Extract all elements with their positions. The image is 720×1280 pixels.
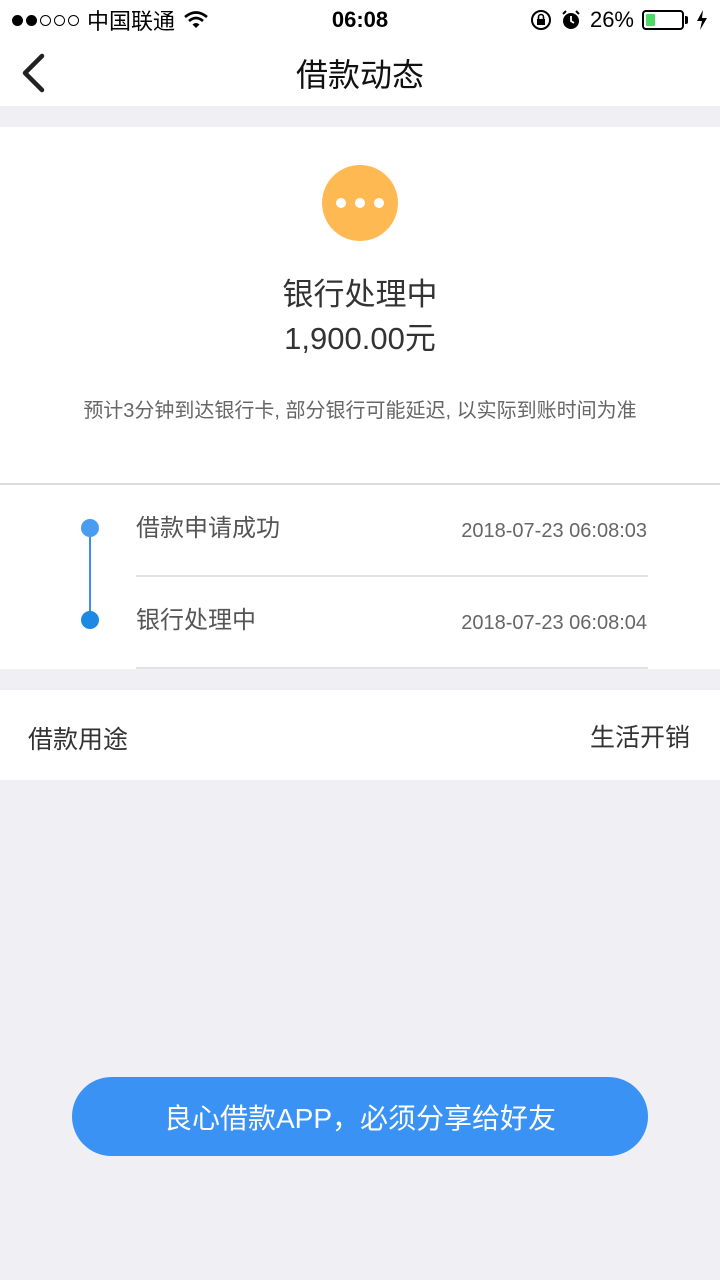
loan-purpose-row: 借款用途 生活开销 [0, 690, 720, 780]
status-title: 银行处理中 [282, 277, 438, 312]
purpose-value: 生活开销 [589, 724, 690, 752]
signal-strength-icon [12, 14, 79, 26]
back-button[interactable] [8, 48, 58, 98]
timeline-dot [81, 519, 99, 537]
share-button[interactable]: 良心借款APP，必须分享给好友 [72, 1077, 648, 1156]
timeline-label: 借款申请成功 [136, 515, 280, 542]
rotation-lock-icon [530, 10, 551, 30]
charging-bolt-icon [697, 10, 707, 30]
nav-bar: 借款动态 [0, 40, 720, 106]
timeline-time: 2018-07-23 06:08:04 [461, 612, 647, 634]
timeline-time: 2018-07-23 06:08:03 [461, 520, 647, 542]
battery-percent: 26% [589, 7, 634, 32]
timeline-label: 银行处理中 [136, 607, 256, 634]
timeline-item: 银行处理中 2018-07-23 06:08:04 [0, 577, 720, 669]
alarm-icon [562, 10, 580, 29]
chevron-left-icon [22, 53, 45, 93]
timeline-dot [81, 611, 99, 629]
status-bar-right: 26% [530, 7, 708, 33]
page-title: 借款动态 [295, 57, 424, 93]
carrier-name: 中国联通 [87, 9, 176, 34]
timeline-item: 借款申请成功 2018-07-23 06:08:03 [0, 485, 720, 577]
loan-status-card: 银行处理中 1,900.00元 预计3分钟到达银行卡, 部分银行可能延迟, 以实… [0, 127, 720, 483]
loan-amount: 1,900.00元 [284, 321, 436, 356]
wifi-icon [184, 11, 208, 28]
arrival-note: 预计3分钟到达银行卡, 部分银行可能延迟, 以实际到账时间为准 [83, 400, 637, 422]
status-bar: 中国联通 06:08 26% [0, 0, 720, 40]
battery-icon [642, 10, 688, 30]
row-divider [136, 667, 648, 669]
status-bar-left: 中国联通 [12, 4, 209, 36]
progress-timeline: 借款申请成功 2018-07-23 06:08:03 银行处理中 2018-07… [0, 485, 720, 669]
purpose-label: 借款用途 [28, 726, 129, 754]
more-dots-icon [322, 165, 398, 241]
